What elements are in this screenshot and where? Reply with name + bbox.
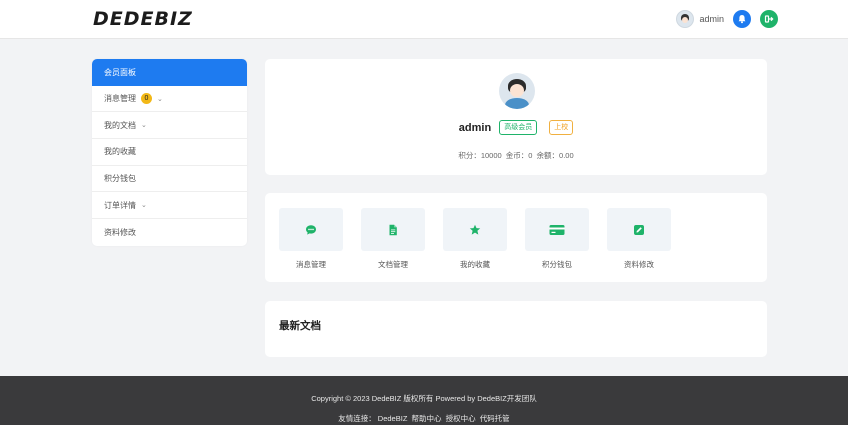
- document-icon: [389, 224, 397, 235]
- profile-avatar[interactable]: [499, 73, 535, 109]
- sidebar-item-label: 资料修改: [104, 227, 136, 237]
- sidebar-item-label: 消息管理: [104, 94, 136, 104]
- chat-icon: [306, 224, 316, 235]
- chevron-down-icon: ⌄: [157, 95, 163, 103]
- footer-copyright: Copyright © 2023 DedeBIZ 版权所有 Powered by…: [311, 394, 537, 403]
- footer-link-dedebiz[interactable]: DedeBIZ: [378, 414, 408, 423]
- quick-menu-card: 消息管理 文档管理 我的收藏 积分钱包 资料修改: [265, 193, 767, 282]
- user-avatar-icon[interactable]: [676, 10, 695, 28]
- sidebar-item-edit-profile[interactable]: 资料修改: [92, 219, 247, 246]
- recent-documents-card: 最新文档: [265, 301, 767, 357]
- sidebar-item-favorites[interactable]: 我的收藏: [92, 139, 247, 166]
- tile-label: 我的收藏: [460, 260, 490, 269]
- user-menu: admin: [676, 10, 778, 28]
- member-sidebar: 会员面板 消息管理 0 ⌄ 我的文档 ⌄ 我的收藏 积分钱包 订单详情 ⌄ 资料…: [92, 59, 247, 246]
- sidebar-item-member-panel[interactable]: 会员面板: [92, 59, 247, 86]
- sidebar-item-label: 订单详情: [104, 200, 136, 210]
- chevron-down-icon: ⌄: [141, 202, 147, 210]
- dedebiz-logo[interactable]: DEDEBIZ: [93, 8, 193, 30]
- sidebar-item-label: 我的收藏: [104, 147, 136, 157]
- sidebar-item-label: 我的文档: [104, 120, 136, 130]
- tile-label: 资料修改: [624, 260, 654, 269]
- sidebar-item-messages[interactable]: 消息管理 0 ⌄: [92, 86, 247, 113]
- member-rank-tag: 上校: [549, 120, 574, 135]
- tile-messages[interactable]: 消息管理: [279, 208, 343, 270]
- logout-icon: [764, 15, 774, 23]
- sidebar-item-label: 会员面板: [104, 67, 136, 77]
- tile-label: 文档管理: [378, 260, 408, 269]
- page-footer: Copyright © 2023 DedeBIZ 版权所有 Powered by…: [0, 376, 848, 425]
- chevron-down-icon: ⌄: [141, 122, 147, 130]
- footer-link-license[interactable]: 授权中心: [446, 414, 476, 423]
- edit-icon: [634, 224, 644, 235]
- profile-username: admin: [458, 121, 492, 134]
- account-stats: 积分：10000 金币：0 余额：0.00: [458, 151, 574, 160]
- footer-link-code-hosting[interactable]: 代码托管: [480, 414, 510, 423]
- sidebar-item-label: 积分钱包: [104, 174, 136, 184]
- tile-label: 消息管理: [296, 260, 326, 269]
- profile-card: admin 高级会员 上校 积分：10000 金币：0 余额：0.00: [265, 59, 767, 175]
- tile-label: 积分钱包: [542, 260, 572, 269]
- sidebar-item-my-documents[interactable]: 我的文档 ⌄: [92, 112, 247, 140]
- credit-card-icon: [549, 224, 565, 235]
- member-level-tag: 高级会员: [499, 120, 538, 135]
- notification-button[interactable]: [733, 10, 751, 28]
- tile-wallet[interactable]: 积分钱包: [525, 208, 589, 270]
- tile-documents[interactable]: 文档管理: [361, 208, 425, 270]
- sidebar-item-wallet[interactable]: 积分钱包: [92, 166, 247, 193]
- tile-favorites[interactable]: 我的收藏: [443, 208, 507, 270]
- bell-icon: [738, 15, 746, 24]
- username-link[interactable]: admin: [699, 14, 724, 24]
- tile-edit-profile[interactable]: 资料修改: [607, 208, 671, 270]
- top-navbar: DEDEBIZ admin: [0, 0, 848, 39]
- footer-links-prefix: 友情连接：: [338, 414, 376, 423]
- star-icon: [469, 224, 481, 235]
- logout-button[interactable]: [760, 10, 778, 28]
- profile-name-row: admin 高级会员 上校: [265, 120, 767, 135]
- message-count-badge: 0: [141, 93, 152, 105]
- footer-links: 友情连接： DedeBIZ 帮助中心 授权中心 代码托管: [0, 413, 848, 424]
- recent-documents-title: 最新文档: [279, 320, 321, 332]
- sidebar-item-orders[interactable]: 订单详情 ⌄: [92, 192, 247, 220]
- footer-link-help[interactable]: 帮助中心: [412, 414, 442, 423]
